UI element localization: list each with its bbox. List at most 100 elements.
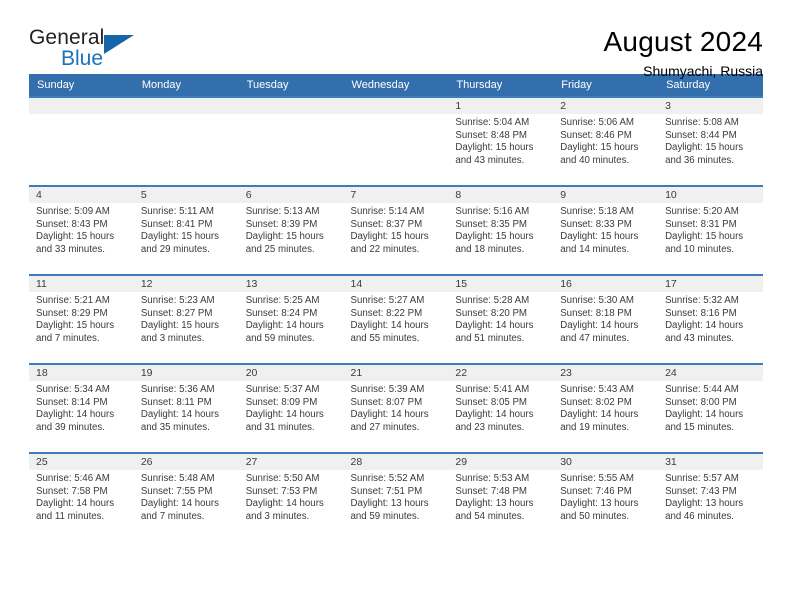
- calendar-day-cell[interactable]: 28 Sunrise: 5:52 AM Sunset: 7:51 PM Dayligh…: [343, 452, 449, 542]
- sunrise-sunset-calendar: Sunday Monday Tuesday Wednesday Thursday…: [29, 74, 763, 542]
- weekday-header-monday: Monday: [133, 74, 239, 97]
- calendar-day-cell[interactable]: 12 Sunrise: 5:23 AM Sunset: 8:27 PM Dayligh…: [133, 274, 239, 364]
- day-details: Sunrise: 5:11 AM Sunset: 8:41 PM Daylight:…: [134, 203, 239, 256]
- title-block: August 2024 Shumyachi, Russia: [604, 26, 763, 81]
- calendar-day-cell[interactable]: 16 Sunrise: 5:30 AM Sunset: 8:18 PM Dayligh…: [553, 274, 659, 364]
- weekday-header-sunday: Sunday: [29, 74, 134, 97]
- day-details: Sunrise: 5:39 AM Sunset: 8:07 PM Daylight:…: [344, 381, 449, 434]
- calendar-day-cell[interactable]: 22 Sunrise: 5:41 AM Sunset: 8:05 PM Dayligh…: [448, 363, 554, 453]
- calendar-day-cell[interactable]: 9 Sunrise: 5:18 AM Sunset: 8:33 PM Daylight…: [553, 185, 659, 275]
- calendar-day-cell[interactable]: 2 Sunrise: 5:06 AM Sunset: 8:46 PM Daylight…: [553, 96, 659, 186]
- day-detail-daylight-line2: and 23 minutes.: [455, 421, 525, 433]
- day-detail-daylight-line1: Daylight: 14 hours: [455, 320, 534, 332]
- day-detail-daylight-line1: Daylight: 15 hours: [665, 142, 744, 154]
- day-details: Sunrise: 5:08 AM Sunset: 8:44 PM Daylight:…: [658, 114, 763, 167]
- day-detail-daylight-line2: and 18 minutes.: [455, 243, 525, 255]
- day-detail-sunset: Sunset: 8:27 PM: [140, 307, 213, 319]
- calendar-day-cell[interactable]: 14 Sunrise: 5:27 AM Sunset: 8:22 PM Dayligh…: [343, 274, 449, 364]
- logo-text-general: General: [29, 26, 105, 49]
- day-detail-sunrise: Sunrise: 5:44 AM: [665, 384, 739, 395]
- day-detail-daylight-line1: Daylight: 14 hours: [140, 498, 219, 510]
- day-detail-sunrise: Sunrise: 5:34 AM: [36, 384, 110, 395]
- calendar-cell-empty: [238, 96, 344, 186]
- calendar-day-cell[interactable]: 18 Sunrise: 5:34 AM Sunset: 8:14 PM Dayligh…: [29, 363, 134, 453]
- day-detail-daylight-line1: Daylight: 15 hours: [245, 231, 324, 243]
- day-detail-sunrise: Sunrise: 5:48 AM: [140, 473, 215, 484]
- day-cell-inner: 18 Sunrise: 5:34 AM Sunset: 8:14 PM Dayligh…: [29, 365, 134, 452]
- day-details: Sunrise: 5:55 AM Sunset: 7:46 PM Daylight:…: [553, 470, 658, 523]
- calendar-day-cell[interactable]: 1 Sunrise: 5:04 AM Sunset: 8:48 PM Daylight…: [448, 96, 554, 186]
- day-cell-inner: [238, 98, 344, 185]
- calendar-day-cell[interactable]: 31 Sunrise: 5:57 AM Sunset: 7:43 PM Dayligh…: [658, 452, 763, 542]
- day-detail-daylight-line1: Daylight: 15 hours: [560, 142, 639, 154]
- day-detail-sunset: Sunset: 7:48 PM: [455, 485, 527, 497]
- day-detail-sunset: Sunset: 8:24 PM: [245, 307, 318, 319]
- calendar-day-cell[interactable]: 24 Sunrise: 5:44 AM Sunset: 8:00 PM Dayligh…: [658, 363, 763, 453]
- day-number: 15: [448, 276, 554, 292]
- calendar-day-cell[interactable]: 3 Sunrise: 5:08 AM Sunset: 8:44 PM Daylight…: [658, 96, 763, 186]
- calendar-day-cell[interactable]: 20 Sunrise: 5:37 AM Sunset: 8:09 PM Dayligh…: [238, 363, 344, 453]
- day-detail-daylight-line1: Daylight: 13 hours: [350, 498, 429, 510]
- day-cell-inner: 22 Sunrise: 5:41 AM Sunset: 8:05 PM Dayligh…: [448, 365, 554, 452]
- day-details: Sunrise: 5:37 AM Sunset: 8:09 PM Daylight:…: [239, 381, 344, 434]
- calendar-day-cell[interactable]: 10 Sunrise: 5:20 AM Sunset: 8:31 PM Dayligh…: [658, 185, 763, 275]
- calendar-day-cell[interactable]: 19 Sunrise: 5:36 AM Sunset: 8:11 PM Dayligh…: [133, 363, 239, 453]
- day-detail-sunset: Sunset: 8:18 PM: [560, 307, 632, 319]
- calendar-day-cell[interactable]: 27 Sunrise: 5:50 AM Sunset: 7:53 PM Dayligh…: [238, 452, 344, 542]
- day-detail-sunset: Sunset: 7:43 PM: [665, 485, 737, 497]
- day-detail-daylight-line2: and 10 minutes.: [665, 243, 734, 255]
- day-details: Sunrise: 5:06 AM Sunset: 8:46 PM Daylight:…: [553, 114, 658, 167]
- day-detail-sunset: Sunset: 8:29 PM: [36, 307, 108, 319]
- calendar-day-cell[interactable]: 6 Sunrise: 5:13 AM Sunset: 8:39 PM Daylight…: [238, 185, 344, 275]
- day-detail-daylight-line2: and 33 minutes.: [36, 243, 105, 255]
- calendar-day-cell[interactable]: 13 Sunrise: 5:25 AM Sunset: 8:24 PM Dayligh…: [238, 274, 344, 364]
- day-cell-inner: 5 Sunrise: 5:11 AM Sunset: 8:41 PM Daylight…: [133, 187, 239, 274]
- day-detail-daylight-line1: Daylight: 15 hours: [350, 231, 429, 243]
- calendar-day-cell[interactable]: 30 Sunrise: 5:55 AM Sunset: 7:46 PM Dayligh…: [553, 452, 659, 542]
- day-cell-inner: 8 Sunrise: 5:16 AM Sunset: 8:35 PM Daylight…: [448, 187, 554, 274]
- day-detail-daylight-line1: Daylight: 14 hours: [245, 498, 324, 510]
- calendar-day-cell[interactable]: 23 Sunrise: 5:43 AM Sunset: 8:02 PM Dayligh…: [553, 363, 659, 453]
- calendar-day-cell[interactable]: 15 Sunrise: 5:28 AM Sunset: 8:20 PM Dayligh…: [448, 274, 554, 364]
- day-detail-sunrise: Sunrise: 5:50 AM: [245, 473, 320, 484]
- calendar-day-cell[interactable]: 25 Sunrise: 5:46 AM Sunset: 7:58 PM Dayligh…: [29, 452, 134, 542]
- calendar-day-cell[interactable]: 29 Sunrise: 5:53 AM Sunset: 7:48 PM Dayligh…: [448, 452, 554, 542]
- day-cell-inner: 9 Sunrise: 5:18 AM Sunset: 8:33 PM Daylight…: [553, 187, 659, 274]
- day-number: 2: [553, 98, 659, 114]
- calendar-week-row: 11 Sunrise: 5:21 AM Sunset: 8:29 PM Dayligh…: [29, 274, 763, 364]
- day-detail-sunset: Sunset: 8:02 PM: [560, 396, 632, 408]
- day-details: [29, 114, 134, 117]
- day-details: Sunrise: 5:44 AM Sunset: 8:00 PM Daylight:…: [658, 381, 763, 434]
- calendar-day-cell[interactable]: 17 Sunrise: 5:32 AM Sunset: 8:16 PM Dayligh…: [658, 274, 763, 364]
- calendar-day-cell[interactable]: 7 Sunrise: 5:14 AM Sunset: 8:37 PM Daylight…: [343, 185, 449, 275]
- day-detail-sunset: Sunset: 8:05 PM: [455, 396, 527, 408]
- day-cell-inner: 29 Sunrise: 5:53 AM Sunset: 7:48 PM Dayligh…: [448, 454, 554, 542]
- day-detail-sunset: Sunset: 8:44 PM: [665, 129, 737, 141]
- calendar-day-cell[interactable]: 5 Sunrise: 5:11 AM Sunset: 8:41 PM Daylight…: [133, 185, 239, 275]
- calendar-cell-empty: [133, 96, 239, 186]
- calendar-week-row: 25 Sunrise: 5:46 AM Sunset: 7:58 PM Dayligh…: [29, 452, 763, 542]
- calendar-day-cell[interactable]: 26 Sunrise: 5:48 AM Sunset: 7:55 PM Dayligh…: [133, 452, 239, 542]
- day-detail-daylight-line1: Daylight: 13 hours: [665, 498, 744, 510]
- day-details: Sunrise: 5:53 AM Sunset: 7:48 PM Daylight:…: [448, 470, 553, 523]
- weekday-header-tuesday: Tuesday: [238, 74, 344, 97]
- day-detail-sunset: Sunset: 8:11 PM: [140, 396, 212, 408]
- calendar-day-cell[interactable]: 21 Sunrise: 5:39 AM Sunset: 8:07 PM Dayligh…: [343, 363, 449, 453]
- day-detail-daylight-line1: Daylight: 14 hours: [665, 409, 744, 421]
- calendar-day-cell[interactable]: 4 Sunrise: 5:09 AM Sunset: 8:43 PM Daylight…: [29, 185, 134, 275]
- day-cell-inner: 28 Sunrise: 5:52 AM Sunset: 7:51 PM Dayligh…: [343, 454, 449, 542]
- calendar-cell-empty: [343, 96, 449, 186]
- day-detail-sunset: Sunset: 7:55 PM: [140, 485, 213, 497]
- calendar-day-cell[interactable]: 11 Sunrise: 5:21 AM Sunset: 8:29 PM Dayligh…: [29, 274, 134, 364]
- day-number: 13: [238, 276, 344, 292]
- day-detail-daylight-line2: and 3 minutes.: [140, 332, 205, 344]
- logo-text-blue: Blue: [61, 47, 104, 70]
- day-details: Sunrise: 5:34 AM Sunset: 8:14 PM Daylight:…: [29, 381, 134, 434]
- day-detail-sunset: Sunset: 8:22 PM: [350, 307, 423, 319]
- day-detail-sunset: Sunset: 7:58 PM: [36, 485, 108, 497]
- day-detail-sunset: Sunset: 8:46 PM: [560, 129, 632, 141]
- day-detail-daylight-line2: and 22 minutes.: [350, 243, 420, 255]
- day-cell-inner: 4 Sunrise: 5:09 AM Sunset: 8:43 PM Daylight…: [29, 187, 134, 274]
- calendar-day-cell[interactable]: 8 Sunrise: 5:16 AM Sunset: 8:35 PM Daylight…: [448, 185, 554, 275]
- day-number: 5: [133, 187, 239, 203]
